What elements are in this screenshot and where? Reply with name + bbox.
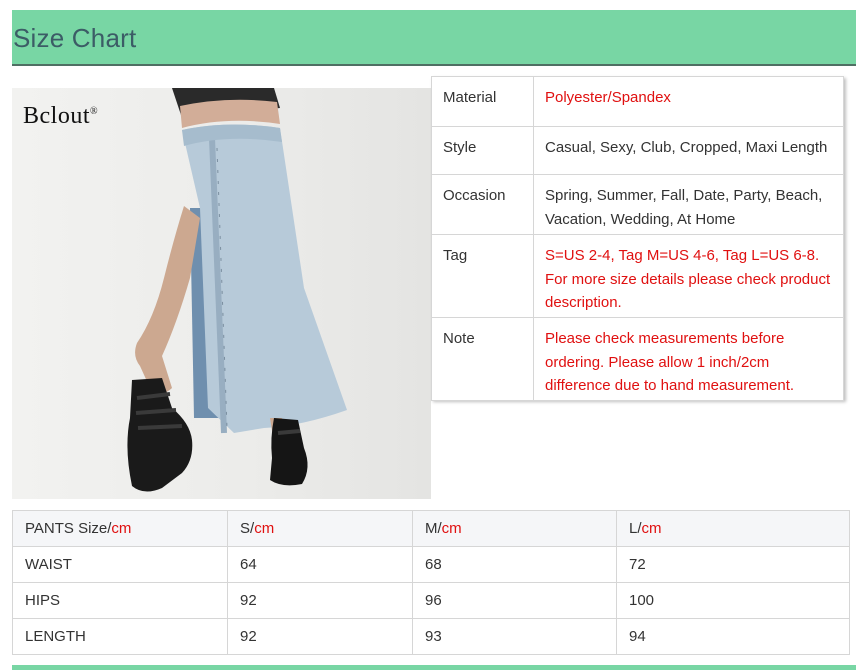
product-attributes-table: Material Polyester/Spandex Style Casual,… [431, 76, 844, 401]
attr-key: Note [431, 317, 534, 401]
table-row: WAIST 64 68 72 [12, 546, 850, 583]
table-row: HIPS 92 96 100 [12, 582, 850, 619]
attr-row-material: Material Polyester/Spandex [431, 76, 844, 127]
row-name: WAIST [12, 546, 228, 583]
size-cell: 96 [412, 582, 617, 619]
size-cell: 92 [227, 618, 413, 655]
header-label: M/ [425, 520, 442, 537]
header-label: S/ [240, 520, 255, 537]
denim-skirt-illustration [127, 88, 347, 492]
attr-key: Tag [431, 234, 534, 318]
header-cell-size: PANTS Size/cm [12, 510, 228, 547]
table-row: LENGTH 92 93 94 [12, 618, 850, 655]
row-name: LENGTH [12, 618, 228, 655]
header-label: L/ [629, 520, 642, 537]
attr-value: Casual, Sexy, Club, Cropped, Maxi Length [533, 126, 844, 175]
header-cell-m: M/cm [412, 510, 617, 547]
size-chart-header: Size Chart [12, 10, 856, 66]
brand-name: Bclout [23, 103, 90, 129]
row-name: HIPS [12, 582, 228, 619]
attr-key: Occasion [431, 174, 534, 235]
attr-value: Spring, Summer, Fall, Date, Party, Beach… [533, 174, 844, 235]
attr-key: Material [431, 76, 534, 127]
attr-row-note: Note Please check measurements before or… [431, 317, 844, 401]
size-cell: 100 [616, 582, 850, 619]
header-cell-l: L/cm [616, 510, 850, 547]
attr-value: Polyester/Spandex [533, 76, 844, 127]
attr-key: Style [431, 126, 534, 175]
attr-value: Please check measurements before orderin… [533, 317, 844, 401]
footer-accent-bar [12, 665, 856, 670]
size-cell: 94 [616, 618, 850, 655]
size-cell: 92 [227, 582, 413, 619]
header-label: PANTS Size/ [25, 520, 112, 537]
size-cell: 72 [616, 546, 850, 583]
size-cell: 93 [412, 618, 617, 655]
product-photo: Bclout® [12, 88, 431, 499]
attr-row-tag: Tag S=US 2-4, Tag M=US 4-6, Tag L=US 6-8… [431, 234, 844, 318]
attr-row-occasion: Occasion Spring, Summer, Fall, Date, Par… [431, 174, 844, 235]
header-unit: cm [641, 520, 662, 537]
pants-size-table: PANTS Size/cm S/cm M/cm L/cm WAIST 64 68… [12, 510, 850, 655]
page-title: Size Chart [13, 23, 137, 53]
size-cell: 64 [227, 546, 413, 583]
header-unit: cm [441, 520, 462, 537]
header-cell-s: S/cm [227, 510, 413, 547]
attr-row-style: Style Casual, Sexy, Club, Cropped, Maxi … [431, 126, 844, 175]
size-table-header-row: PANTS Size/cm S/cm M/cm L/cm [12, 510, 850, 547]
header-unit: cm [254, 520, 275, 537]
header-unit: cm [111, 520, 132, 537]
brand-logo: Bclout® [23, 103, 98, 130]
attr-value: S=US 2-4, Tag M=US 4-6, Tag L=US 6-8. Fo… [533, 234, 844, 318]
registered-mark: ® [90, 106, 99, 117]
size-cell: 68 [412, 546, 617, 583]
